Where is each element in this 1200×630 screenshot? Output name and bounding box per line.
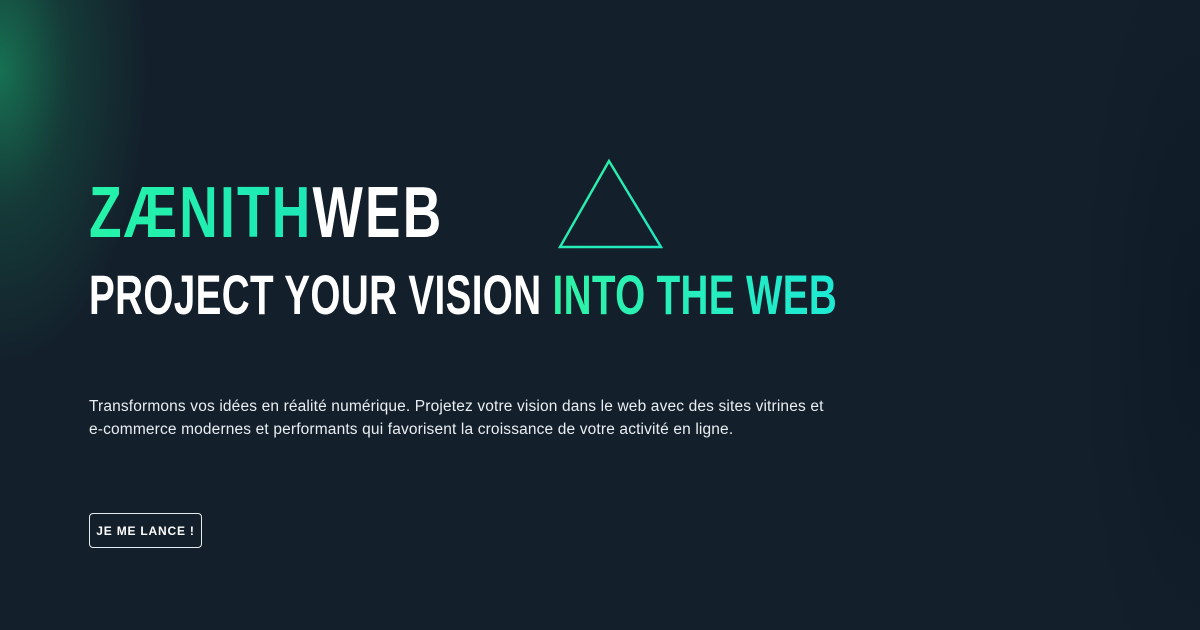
- tagline-part-green: INTO THE WEB: [552, 263, 838, 326]
- brand-name-primary: ZÆNITH: [89, 173, 313, 253]
- brand-wordmark: ZÆNITHWEB: [89, 172, 443, 254]
- hero-description: Transformons vos idées en réalité numéri…: [89, 398, 824, 438]
- brand-name-secondary: WEB: [312, 173, 444, 253]
- cta-button[interactable]: JE ME LANCE !: [89, 513, 202, 548]
- pyramid-icon: [557, 158, 664, 249]
- tagline-part-white: PROJECT YOUR VISION: [89, 263, 542, 326]
- hero-section: ZÆNITHWEB PROJECT YOUR VISION INTO THE W…: [0, 0, 1200, 630]
- brand-logo: ZÆNITHWEB: [89, 172, 568, 254]
- tagline: PROJECT YOUR VISION INTO THE WEB: [89, 262, 1173, 328]
